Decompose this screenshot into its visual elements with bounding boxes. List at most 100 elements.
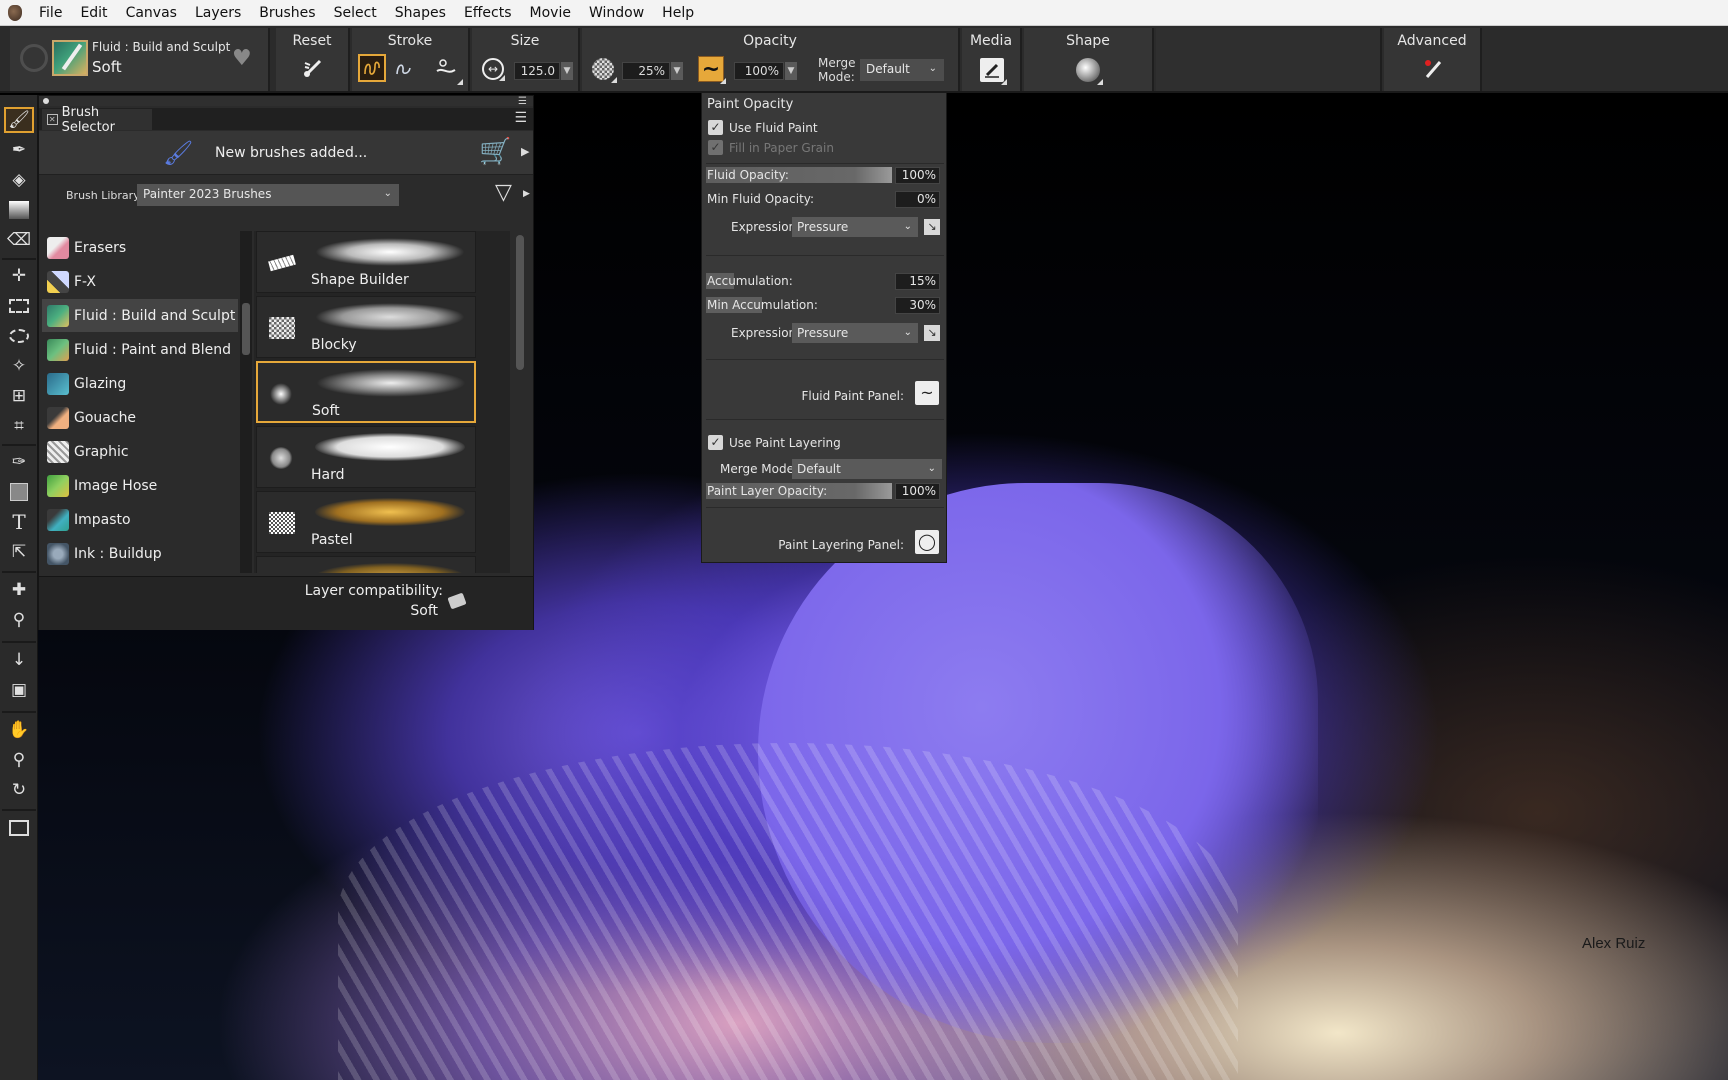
paint-layer-opacity-slider[interactable]: Paint Layer Opacity: (706, 483, 892, 499)
merge-mode-select[interactable]: Default ⌄ (792, 459, 942, 479)
favorite-heart-icon[interactable]: ♥ (232, 48, 252, 70)
invert-expression-icon[interactable]: ↘ (924, 325, 940, 341)
freehand-stroke-icon[interactable] (358, 54, 386, 82)
brush-tool-icon[interactable]: 🖌 (4, 107, 34, 133)
merge-mode-select[interactable]: Default ⌄ (860, 59, 944, 81)
menu-window[interactable]: Window (580, 0, 653, 26)
close-icon[interactable]: ✕ (47, 114, 58, 125)
min-fluid-opacity-slider[interactable]: Min Fluid Opacity: (706, 191, 892, 207)
shape-selection-tool-icon[interactable]: ⇱ (4, 539, 34, 565)
perspective-tool-icon[interactable]: ▣ (4, 677, 34, 703)
media-icon[interactable] (980, 58, 1007, 85)
category-scroll-thumb[interactable] (242, 303, 250, 355)
rect-selection-tool-icon[interactable] (4, 293, 34, 319)
shape-tool-icon[interactable] (4, 479, 34, 505)
size-value-field[interactable]: 125.0 (514, 62, 560, 80)
menu-help[interactable]: Help (653, 0, 703, 26)
grain-dropdown-button[interactable]: ▼ (671, 62, 683, 80)
variant-scroll-thumb[interactable] (516, 235, 524, 370)
lasso-tool-icon[interactable] (4, 323, 34, 349)
menu-file[interactable]: File (30, 0, 71, 26)
size-expression-icon[interactable]: ↔ (482, 58, 505, 81)
category-item[interactable]: Graphic (42, 435, 238, 468)
category-item[interactable]: Impasto (42, 503, 238, 536)
category-item[interactable]: Fluid : Build and Sculpt (42, 299, 238, 332)
layer-adjuster-tool-icon[interactable]: ✛ (4, 263, 34, 289)
stroke-smoothing-icon[interactable] (432, 54, 463, 85)
min-accumulation-slider[interactable]: Min Accumulation: (706, 297, 892, 313)
fluid-paint-panel-button[interactable]: ~ (915, 381, 939, 405)
text-tool-icon[interactable]: T (4, 509, 34, 535)
variant-scrollbar[interactable] (513, 231, 527, 573)
tab-brush-selector[interactable]: ✕ Brush Selector (42, 105, 152, 135)
reset-brush-icon[interactable] (300, 55, 326, 81)
category-scrollbar[interactable] (240, 231, 252, 573)
grain-icon[interactable] (592, 58, 617, 83)
paint-layering-panel-button[interactable]: ◯ (915, 530, 939, 554)
brush-category-icon[interactable] (52, 40, 88, 76)
min-accumulation-value[interactable]: 30% (895, 297, 940, 314)
paint-bucket-tool-icon[interactable]: ◈ (4, 167, 34, 193)
eraser-tool-icon[interactable]: ⌫ (4, 227, 34, 253)
invert-expression-icon[interactable]: ↘ (924, 219, 940, 235)
menu-layers[interactable]: Layers (186, 0, 250, 26)
magnifier-tool-icon[interactable]: ⚲ (4, 747, 34, 773)
brush-selector-menu-icon[interactable]: ☰ (514, 110, 527, 126)
rubber-stamp-tool-icon[interactable]: ⚲ (4, 607, 34, 633)
dropper-tool-icon[interactable]: ✒ (4, 137, 34, 163)
use-fluid-paint-checkbox[interactable]: ✓ (708, 120, 723, 135)
menu-edit[interactable]: Edit (71, 0, 116, 26)
menu-shapes[interactable]: Shapes (386, 0, 455, 26)
brush-shape-icon[interactable] (1076, 58, 1103, 85)
min-fluid-opacity-value[interactable]: 0% (895, 191, 940, 208)
filter-icon[interactable]: ▽ (495, 180, 512, 205)
cart-icon[interactable]: 🛒 (479, 137, 511, 167)
variant-item[interactable]: Pastel (256, 491, 476, 553)
category-item[interactable]: Image Hose (42, 469, 238, 502)
fluid-opacity-value[interactable]: 100% (895, 167, 940, 184)
brush-library-select[interactable]: Painter 2023 Brushes ⌄ (137, 184, 399, 206)
variant-item[interactable]: Hard (256, 426, 476, 488)
crop-tool-icon[interactable]: ⌗ (4, 413, 34, 439)
variant-item[interactable]: Soft (256, 361, 476, 423)
accumulation-slider[interactable]: Accumulation: (706, 273, 892, 289)
category-item[interactable]: Glazing (42, 367, 238, 400)
fluid-opacity-slider[interactable]: Fluid Opacity: (706, 167, 892, 183)
menu-brushes[interactable]: Brushes (250, 0, 324, 26)
rotate-page-tool-icon[interactable]: ↻ (4, 777, 34, 803)
mirror-tool-icon[interactable]: ↓ (4, 647, 34, 673)
new-brushes-banner[interactable]: 🖌 New brushes added... 🛒 ▶ (39, 131, 533, 175)
fill-paper-grain-checkbox[interactable]: ✓ (708, 140, 723, 155)
size-dropdown-button[interactable]: ▼ (561, 62, 573, 80)
grain-value-field[interactable]: 25% (622, 62, 670, 80)
transform-tool-icon[interactable]: ⊞ (4, 383, 34, 409)
gradient-tool-icon[interactable] (4, 197, 34, 223)
clone-tool-icon[interactable]: ✚ (4, 577, 34, 603)
paint-layer-opacity-value[interactable]: 100% (895, 483, 940, 500)
advanced-brush-icon[interactable] (1420, 56, 1446, 82)
accumulation-value[interactable]: 15% (895, 273, 940, 290)
expression-select-2[interactable]: Pressure ⌄ (792, 323, 918, 343)
filter-arrow-icon[interactable]: ▶ (523, 189, 530, 199)
pen-tool-icon[interactable]: ✑ (4, 449, 34, 475)
recent-brushes-icon[interactable] (20, 44, 48, 72)
menu-effects[interactable]: Effects (455, 0, 521, 26)
panel-menu-icon[interactable]: ☰ (518, 96, 527, 107)
variant-item[interactable]: Blocky (256, 296, 476, 358)
category-item[interactable]: Gouache (42, 401, 238, 434)
category-item[interactable]: Erasers (42, 231, 238, 264)
variant-item[interactable]: Shape Builder (256, 231, 476, 293)
menu-movie[interactable]: Movie (521, 0, 580, 26)
menu-canvas[interactable]: Canvas (117, 0, 186, 26)
variant-item[interactable] (256, 556, 476, 573)
cart-arrow-icon[interactable]: ▶ (521, 145, 529, 158)
magic-wand-tool-icon[interactable]: ✧ (4, 353, 34, 379)
category-item[interactable]: Fluid : Paint and Blend (42, 333, 238, 366)
use-paint-layering-checkbox[interactable]: ✓ (708, 435, 723, 450)
straight-line-stroke-icon[interactable] (390, 54, 418, 82)
opacity-value-field[interactable]: 100% (734, 62, 784, 80)
paint-opacity-icon[interactable]: ~ (698, 56, 726, 84)
menu-select[interactable]: Select (325, 0, 386, 26)
category-item[interactable]: Ink : Buildup (42, 537, 238, 570)
expression-select-1[interactable]: Pressure ⌄ (792, 217, 918, 237)
